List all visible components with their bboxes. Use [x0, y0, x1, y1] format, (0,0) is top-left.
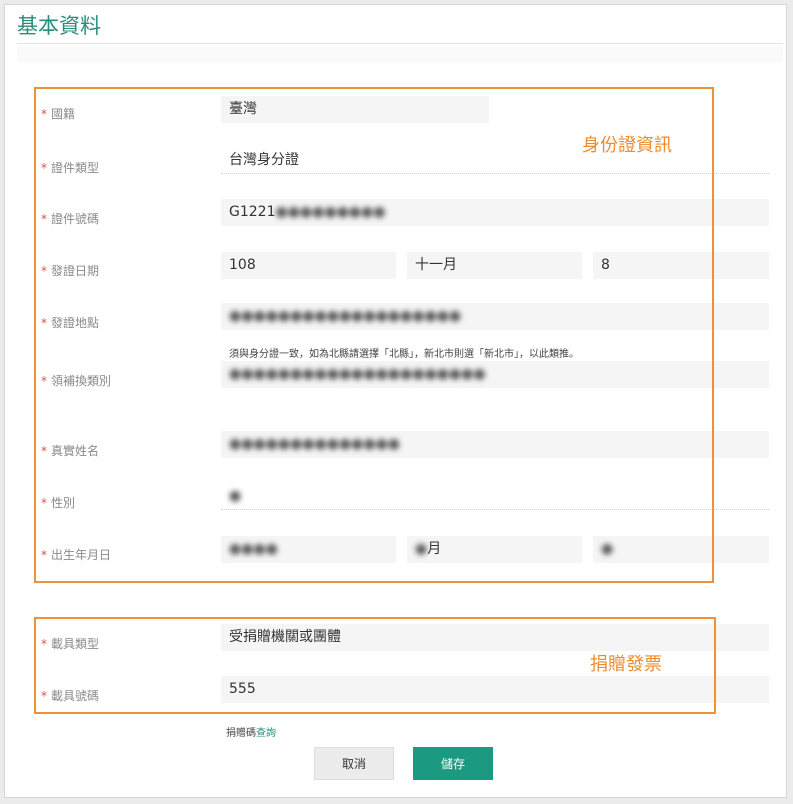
donation-code-lookup: 捐贈碼查詢: [226, 728, 276, 739]
donation-annotation-label: 捐贈發票: [590, 654, 662, 675]
section-spacer: [17, 46, 783, 62]
save-button[interactable]: 儲存: [413, 747, 493, 780]
title-divider: [17, 43, 783, 44]
identity-annotation-box: [34, 87, 714, 583]
page-title: 基本資料: [17, 14, 101, 38]
cancel-button[interactable]: 取消: [314, 747, 394, 780]
donation-code-lookup-link[interactable]: 查詢: [256, 728, 276, 739]
identity-annotation-label: 身份證資訊: [582, 135, 672, 156]
